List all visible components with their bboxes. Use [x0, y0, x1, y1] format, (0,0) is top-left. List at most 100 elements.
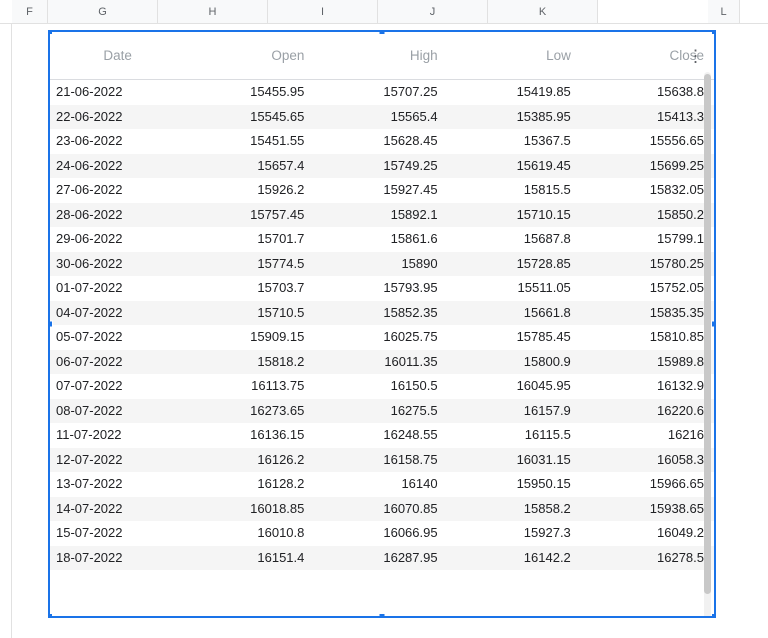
cell-close: 15989.8 [581, 350, 714, 375]
cell-open: 15451.55 [181, 129, 314, 154]
cell-open: 15701.7 [181, 227, 314, 252]
cell-date: 27-06-2022 [50, 178, 181, 203]
table-row[interactable]: 29-06-202215701.715861.615687.815799.1 [50, 227, 714, 252]
table-row[interactable]: 15-07-202216010.816066.9515927.316049.2 [50, 521, 714, 546]
table-row[interactable]: 01-07-202215703.715793.9515511.0515752.0… [50, 276, 714, 301]
col-header-J[interactable]: J [378, 0, 488, 23]
table-row[interactable]: 30-06-202215774.51589015728.8515780.25 [50, 252, 714, 277]
cell-high: 15861.6 [314, 227, 447, 252]
cell-close: 15799.1 [581, 227, 714, 252]
cell-close: 15638.8 [581, 80, 714, 105]
col-header-F[interactable]: F [12, 0, 48, 23]
table-row[interactable]: 27-06-202215926.215927.4515815.515832.05 [50, 178, 714, 203]
cell-date: 07-07-2022 [50, 374, 181, 399]
kebab-icon[interactable]: ⋮ [687, 47, 704, 64]
table-row[interactable]: 23-06-202215451.5515628.4515367.515556.6… [50, 129, 714, 154]
table-header-row: Date Open High Low Close ⋮ [50, 32, 714, 80]
cell-date: 29-06-2022 [50, 227, 181, 252]
resize-handle-br[interactable] [711, 613, 716, 618]
cell-low: 16157.9 [448, 399, 581, 424]
cell-close: 16049.2 [581, 521, 714, 546]
table-row[interactable]: 12-07-202216126.216158.7516031.1516058.3 [50, 448, 714, 473]
table-row[interactable]: 04-07-202215710.515852.3515661.815835.35 [50, 301, 714, 326]
scroll-thumb[interactable] [704, 74, 711, 594]
cell-close: 15966.65 [581, 472, 714, 497]
cell-low: 15858.2 [448, 497, 581, 522]
data-table: Date Open High Low Close ⋮ 21-06-2022154… [50, 32, 714, 570]
cell-high: 16025.75 [314, 325, 447, 350]
cell-high: 15707.25 [314, 80, 447, 105]
col-header-G[interactable]: G [48, 0, 158, 23]
header-date[interactable]: Date [50, 48, 181, 63]
cell-open: 16010.8 [181, 521, 314, 546]
empty-col-f[interactable] [12, 24, 48, 638]
cell-high: 15628.45 [314, 129, 447, 154]
cell-date: 22-06-2022 [50, 105, 181, 130]
vertical-scrollbar[interactable] [704, 72, 711, 618]
cell-high: 15927.45 [314, 178, 447, 203]
cell-high: 15890 [314, 252, 447, 277]
resize-handle-mr[interactable] [711, 321, 716, 328]
cell-low: 15950.15 [448, 472, 581, 497]
col-header-K[interactable]: K [488, 0, 598, 23]
cell-high: 16066.95 [314, 521, 447, 546]
table-row[interactable]: 18-07-202216151.416287.9516142.216278.5 [50, 546, 714, 571]
col-header-H[interactable]: H [158, 0, 268, 23]
header-open[interactable]: Open [181, 48, 314, 63]
table-row[interactable]: 22-06-202215545.6515565.415385.9515413.3 [50, 105, 714, 130]
cell-high: 16158.75 [314, 448, 447, 473]
cell-high: 15892.1 [314, 203, 447, 228]
cell-high: 15565.4 [314, 105, 447, 130]
resize-handle-bm[interactable] [379, 613, 386, 618]
cell-open: 16018.85 [181, 497, 314, 522]
cell-close: 16278.5 [581, 546, 714, 571]
table-row[interactable]: 11-07-202216136.1516248.5516115.516216 [50, 423, 714, 448]
cell-date: 23-06-2022 [50, 129, 181, 154]
cell-low: 15815.5 [448, 178, 581, 203]
cell-high: 16070.85 [314, 497, 447, 522]
table-row[interactable]: 24-06-202215657.415749.2515619.4515699.2… [50, 154, 714, 179]
table-row[interactable]: 28-06-202215757.4515892.115710.1515850.2 [50, 203, 714, 228]
cell-open: 15774.5 [181, 252, 314, 277]
spreadsheet-view: F G H I J K L Date Open [0, 0, 768, 638]
resize-handle-tl[interactable] [48, 30, 53, 35]
right-padding [720, 24, 768, 638]
resize-handle-tr[interactable] [711, 30, 716, 35]
cell-open: 16126.2 [181, 448, 314, 473]
cell-close: 15556.65 [581, 129, 714, 154]
cell-open: 15710.5 [181, 301, 314, 326]
cell-high: 15852.35 [314, 301, 447, 326]
cell-open: 15545.65 [181, 105, 314, 130]
cell-date: 24-06-2022 [50, 154, 181, 179]
cell-date: 28-06-2022 [50, 203, 181, 228]
cell-date: 04-07-2022 [50, 301, 181, 326]
table-row[interactable]: 21-06-202215455.9515707.2515419.8515638.… [50, 80, 714, 105]
table-row[interactable]: 13-07-202216128.21614015950.1515966.65 [50, 472, 714, 497]
corner-cell [0, 0, 12, 23]
table-row[interactable]: 05-07-202215909.1516025.7515785.4515810.… [50, 325, 714, 350]
header-high[interactable]: High [314, 48, 447, 63]
table-row[interactable]: 14-07-202216018.8516070.8515858.215938.6… [50, 497, 714, 522]
table-row[interactable]: 08-07-202216273.6516275.516157.916220.6 [50, 399, 714, 424]
cell-close: 15832.05 [581, 178, 714, 203]
col-header-L[interactable]: L [708, 0, 740, 23]
row-gutter [0, 24, 12, 638]
cell-high: 15793.95 [314, 276, 447, 301]
resize-handle-bl[interactable] [48, 613, 53, 618]
header-close[interactable]: Close ⋮ [581, 48, 714, 63]
cell-date: 21-06-2022 [50, 80, 181, 105]
cell-low: 15800.9 [448, 350, 581, 375]
header-low[interactable]: Low [448, 48, 581, 63]
table-row[interactable]: 07-07-202216113.7516150.516045.9516132.9 [50, 374, 714, 399]
cell-close: 15835.35 [581, 301, 714, 326]
cell-close: 15752.05 [581, 276, 714, 301]
cell-date: 08-07-2022 [50, 399, 181, 424]
cell-date: 05-07-2022 [50, 325, 181, 350]
cell-open: 15818.2 [181, 350, 314, 375]
col-header-I[interactable]: I [268, 0, 378, 23]
resize-handle-tm[interactable] [379, 30, 386, 35]
selected-object-table[interactable]: Date Open High Low Close ⋮ 21-06-2022154… [48, 30, 716, 618]
cell-close: 16132.9 [581, 374, 714, 399]
resize-handle-ml[interactable] [48, 321, 53, 328]
table-row[interactable]: 06-07-202215818.216011.3515800.915989.8 [50, 350, 714, 375]
